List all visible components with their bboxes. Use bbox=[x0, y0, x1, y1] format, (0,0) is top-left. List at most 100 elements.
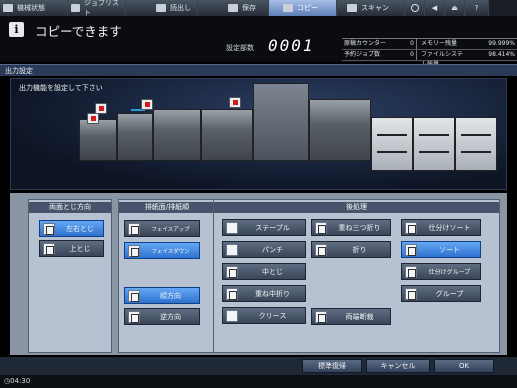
crease-button[interactable]: クリース bbox=[222, 307, 306, 324]
finisher-unit bbox=[117, 113, 153, 161]
printer-engine bbox=[309, 99, 371, 161]
reverse-order-button[interactable]: 逆方向 bbox=[124, 308, 200, 325]
cancel-button[interactable]: キャンセル bbox=[366, 359, 430, 373]
info-icon: i bbox=[9, 22, 24, 37]
face-up-icon bbox=[128, 222, 140, 235]
punch-button[interactable]: パンチ bbox=[222, 241, 306, 258]
globe-button[interactable] bbox=[405, 0, 425, 16]
help-icon: ? bbox=[474, 4, 479, 12]
forward-order-icon bbox=[128, 289, 140, 302]
ok-button[interactable]: OK bbox=[434, 359, 494, 373]
reverse-order-icon bbox=[128, 310, 140, 323]
tray-status-icon bbox=[141, 99, 153, 110]
tab-job-list[interactable]: ジョブリスト bbox=[68, 0, 126, 17]
staple-icon bbox=[226, 221, 238, 234]
eject-button[interactable]: ⏏ bbox=[445, 0, 465, 16]
set-count-label: 設定部数 bbox=[226, 44, 254, 52]
printer-engine bbox=[253, 83, 309, 161]
punch-icon bbox=[226, 243, 238, 256]
half-fold-icon bbox=[226, 287, 238, 300]
bottom-button-bar: 標準復帰 キャンセル OK bbox=[0, 357, 517, 375]
scan-icon bbox=[347, 4, 357, 12]
finishing-title: 後処理 bbox=[214, 202, 499, 213]
filesystem-value: 98.414% bbox=[488, 51, 515, 58]
clock-time: 04:30 bbox=[10, 377, 31, 385]
finishing-group: 後処理 ステープル 重ね三つ折り 仕分けソート パンチ 折り ソート 中とじ 仕… bbox=[213, 199, 500, 353]
status-message: コピーできます bbox=[35, 24, 122, 39]
copy-output-settings-screen: 機械状態 ジョブリスト 読出し 保存 コピー スキャン ◀ ⏏ ? i コピーで… bbox=[0, 0, 517, 388]
set-count-value: 0001 bbox=[268, 36, 315, 55]
save-icon bbox=[228, 4, 238, 12]
status-row: 予約ジョブ数 0 ファイルシステム残量 98.414% bbox=[342, 50, 517, 68]
fold-icon bbox=[315, 243, 327, 256]
face-up-button[interactable]: フェイスアップ bbox=[124, 220, 200, 237]
tray-slot bbox=[461, 134, 491, 136]
orig-counter-value: 0 bbox=[410, 40, 414, 47]
paper-feeder bbox=[371, 117, 413, 171]
tray-slot bbox=[377, 151, 407, 153]
output-order-title: 排紙面/排紙順 bbox=[119, 202, 215, 213]
globe-icon bbox=[410, 4, 419, 12]
crease-icon bbox=[226, 309, 238, 322]
group-button[interactable]: グループ bbox=[401, 285, 481, 302]
fold-button[interactable]: 折り bbox=[311, 241, 391, 258]
paper-feeder bbox=[413, 117, 455, 171]
top-binding-icon bbox=[43, 242, 55, 255]
group-offset-button[interactable]: 仕分けグループ bbox=[401, 263, 481, 280]
tab-save[interactable]: 保存 bbox=[198, 0, 269, 16]
orig-counter-label: 原稿カウンター bbox=[344, 40, 387, 47]
face-down-icon bbox=[128, 244, 140, 257]
binding-top-button[interactable]: 上とじ bbox=[39, 240, 104, 257]
duplex-binding-title: 両面とじ方向 bbox=[29, 202, 111, 213]
restore-defaults-button[interactable]: 標準復帰 bbox=[302, 359, 362, 373]
tray-status-icon bbox=[87, 113, 99, 124]
reserve-jobs-label: 予約ジョブ数 bbox=[344, 51, 381, 58]
finisher-unit bbox=[153, 109, 201, 161]
binding-left-right-button[interactable]: 左右とじ bbox=[39, 220, 104, 237]
face-down-button[interactable]: フェイスダウン bbox=[124, 242, 200, 259]
panel-title: 出力設定 bbox=[0, 64, 517, 76]
tab-scan[interactable]: スキャン bbox=[337, 0, 405, 16]
volume-icon: ◀ bbox=[431, 4, 438, 12]
left-right-binding-icon bbox=[43, 222, 55, 235]
finisher-unit bbox=[79, 119, 117, 161]
tray-status-icon bbox=[95, 103, 107, 114]
center-staple-button[interactable]: 中とじ bbox=[222, 263, 306, 280]
tray-status-icon bbox=[229, 97, 241, 108]
finisher-unit bbox=[201, 109, 253, 161]
group-icon bbox=[405, 287, 417, 300]
tray-slot bbox=[461, 151, 491, 153]
tab-recall[interactable]: 読出し bbox=[126, 0, 198, 16]
machine-illustration: 出力機能を設定して下さい bbox=[10, 78, 507, 190]
settings-area: 両面とじ方向 左右とじ 上とじ 排紙面/排紙順 フェイスアップ フェイスダウン … bbox=[10, 193, 507, 355]
group-offset-icon bbox=[405, 265, 417, 278]
output-order-group: 排紙面/排紙順 フェイスアップ フェイスダウン 順方向 逆方向 bbox=[118, 199, 216, 353]
recall-icon bbox=[156, 4, 166, 12]
top-tab-bar: 機械状態 ジョブリスト 読出し 保存 コピー スキャン ◀ ⏏ ? bbox=[0, 0, 517, 17]
tray-slot bbox=[377, 134, 407, 136]
two-side-trim-button[interactable]: 両端断裁 bbox=[311, 308, 391, 325]
half-fold-button[interactable]: 重ね中折り bbox=[222, 285, 306, 302]
tab-machine-status[interactable]: 機械状態 bbox=[0, 0, 68, 16]
tri-fold-button[interactable]: 重ね三つ折り bbox=[311, 219, 391, 236]
center-staple-icon bbox=[226, 265, 238, 278]
paper-feeder bbox=[455, 117, 497, 171]
sort-offset-icon bbox=[405, 221, 417, 234]
tray-slot bbox=[419, 134, 449, 136]
tab-copy[interactable]: コピー bbox=[269, 0, 337, 16]
tri-fold-icon bbox=[315, 221, 327, 234]
two-side-trim-icon bbox=[315, 310, 327, 323]
forward-order-button[interactable]: 順方向 bbox=[124, 287, 200, 304]
memory-label: メモリー残量 bbox=[416, 39, 468, 49]
sort-icon bbox=[405, 243, 417, 256]
staple-button[interactable]: ステープル bbox=[222, 219, 306, 236]
copy-icon bbox=[283, 4, 293, 12]
sort-button[interactable]: ソート bbox=[401, 241, 481, 258]
volume-button[interactable]: ◀ bbox=[425, 0, 445, 16]
status-row: 原稿カウンター 0 メモリー残量 99.999% bbox=[342, 39, 517, 50]
help-button[interactable]: ? bbox=[465, 0, 489, 16]
duplex-binding-group: 両面とじ方向 左右とじ 上とじ bbox=[28, 199, 112, 353]
machine-caption: 出力機能を設定して下さい bbox=[19, 84, 103, 92]
machine-status-icon bbox=[3, 4, 13, 12]
sort-offset-button[interactable]: 仕分けソート bbox=[401, 219, 481, 236]
